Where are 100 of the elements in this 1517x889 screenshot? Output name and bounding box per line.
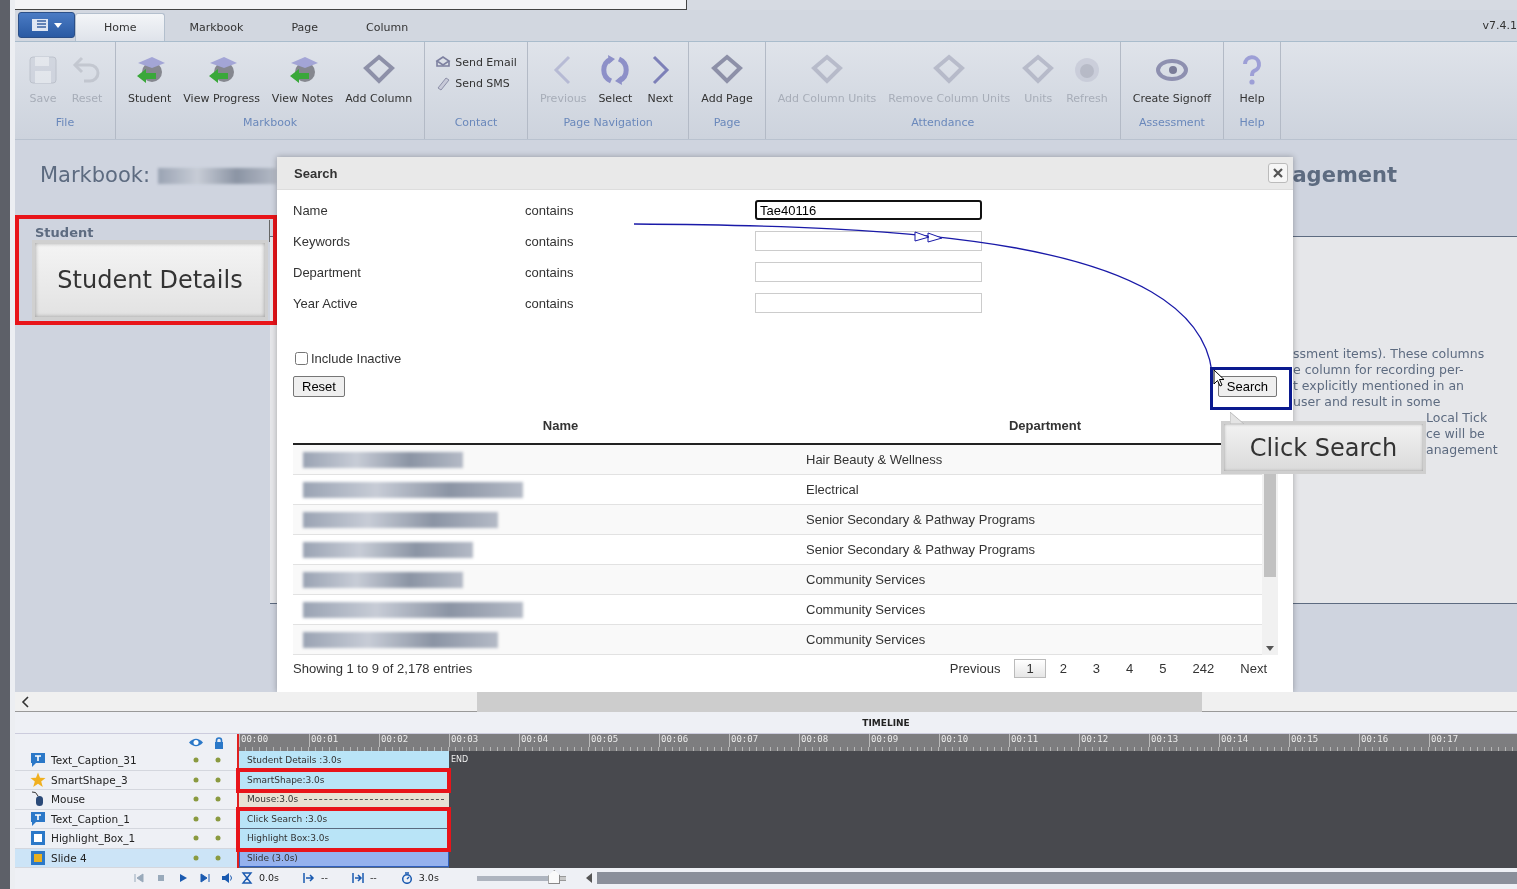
table-cell: Community Services xyxy=(806,572,926,587)
chevron-left-icon[interactable] xyxy=(21,695,29,708)
ribbon-button[interactable]: Select xyxy=(592,54,639,105)
dot-icon[interactable] xyxy=(193,854,199,861)
speech-bubble-icon xyxy=(30,810,46,827)
checkbox[interactable] xyxy=(295,352,308,365)
column-header[interactable]: Name xyxy=(293,418,828,433)
time-ruler[interactable]: 00:00 00:01 00:02 00:03 00:04 00:05 00:06 00:07 00:08 00:09 00:10 00:11 00:12 00:13 00:14 00:15 00:16 00:17 xyxy=(239,734,1517,751)
input-field[interactable] xyxy=(755,293,982,313)
page-link[interactable]: 4 xyxy=(1114,659,1146,678)
table-cell: Community Services xyxy=(806,602,926,617)
dot-icon[interactable] xyxy=(215,854,221,861)
first-icon[interactable] xyxy=(133,871,145,884)
dot-icon[interactable] xyxy=(215,796,221,803)
ruler-label: 00:10 xyxy=(939,734,1009,747)
ribbon-tab[interactable]: Page xyxy=(267,13,343,41)
time-value: -- xyxy=(369,872,377,883)
page-link[interactable]: 3 xyxy=(1080,659,1113,678)
cycle-arrows-icon xyxy=(599,54,632,86)
caret-icon[interactable] xyxy=(1266,646,1274,651)
search-button[interactable]: Search xyxy=(1217,376,1277,397)
frame-icon xyxy=(1022,54,1055,86)
dot-icon[interactable] xyxy=(215,835,221,842)
paragraph-line: ce will be xyxy=(1426,426,1486,442)
ruler-label: 00:02 xyxy=(379,734,449,747)
span-icon[interactable] xyxy=(351,871,364,884)
list-icon xyxy=(31,19,48,31)
scroll-left-icon[interactable] xyxy=(585,872,593,883)
ribbon-button[interactable]: View Progress xyxy=(177,54,266,105)
group-label: Markbook xyxy=(243,116,298,129)
input-field[interactable] xyxy=(755,262,982,282)
ribbon-button[interactable]: Student xyxy=(122,54,178,105)
scrollbar[interactable] xyxy=(0,0,10,889)
dot-icon[interactable] xyxy=(193,757,199,764)
dot-icon[interactable] xyxy=(193,835,199,842)
ribbon-button[interactable]: Next xyxy=(638,54,683,105)
hourglass-icon[interactable] xyxy=(241,871,253,884)
lock-icon[interactable] xyxy=(214,736,224,749)
eye-icon[interactable] xyxy=(188,737,204,748)
ribbon-button[interactable]: View Notes xyxy=(265,54,340,105)
dot-icon[interactable] xyxy=(193,796,199,803)
ribbon-button[interactable]: Send Email xyxy=(431,54,521,70)
dot-icon[interactable] xyxy=(215,776,221,783)
ribbon-button[interactable]: Help xyxy=(1230,54,1275,105)
timeline-bar[interactable]: Student Details :3.0s xyxy=(239,751,449,771)
ribbon-tab[interactable]: Markbook xyxy=(165,13,268,41)
paragraph-line: ssment items). These columns xyxy=(1293,346,1486,362)
pencil-icon xyxy=(435,75,452,91)
page-link[interactable]: 5 xyxy=(1147,659,1179,678)
group-label: Contact xyxy=(454,116,498,129)
layer-row[interactable]: SmartShape_3 xyxy=(15,770,237,790)
operator-label: contains xyxy=(525,264,575,280)
ribbon-button[interactable]: Add Column xyxy=(339,54,419,105)
last-icon[interactable] xyxy=(199,871,211,884)
ruler-label: 00:05 xyxy=(589,734,659,747)
ribbon-button[interactable]: Add Page xyxy=(695,54,759,105)
paragraph-line: t explicitly mentioned in an xyxy=(1293,378,1465,394)
layer-row[interactable]: Highlight_Box_1 xyxy=(15,829,237,849)
input-field[interactable] xyxy=(755,231,982,251)
layer-row[interactable]: Slide 4 xyxy=(15,848,237,868)
ribbon-button[interactable]: Send SMS xyxy=(431,75,514,91)
ribbon-tab[interactable]: Home xyxy=(75,13,166,41)
caret-icon xyxy=(53,22,62,28)
timeline-bar[interactable]: Highlight Box:3.0s xyxy=(239,829,449,849)
close-icon xyxy=(1273,168,1283,178)
play-icon[interactable] xyxy=(177,871,189,884)
page-link[interactable]: Previous xyxy=(937,659,1013,678)
reset-button[interactable]: Reset xyxy=(293,376,345,397)
close-button[interactable] xyxy=(1268,163,1288,183)
page-link[interactable]: 1 xyxy=(1014,659,1046,678)
scrollbar-thumb[interactable] xyxy=(477,691,1202,712)
paragraph-line: Local Tick xyxy=(1426,410,1489,426)
ribbon-tab[interactable]: Column xyxy=(342,13,433,41)
page-link[interactable]: 242 xyxy=(1180,659,1227,678)
input-field[interactable]: Tae40116 xyxy=(755,200,982,220)
dot-icon[interactable] xyxy=(215,757,221,764)
paragraph-line: anagement xyxy=(1426,442,1499,458)
caption-shape: Student Details xyxy=(32,240,268,320)
pointer-icon xyxy=(1230,412,1244,424)
ribbon-button[interactable]: Create Signoff xyxy=(1126,54,1218,105)
speech-bubble-icon xyxy=(30,752,46,769)
page-link[interactable]: 2 xyxy=(1047,659,1079,678)
dot-icon[interactable] xyxy=(193,815,199,822)
dot-icon[interactable] xyxy=(215,815,221,822)
speaker-icon[interactable] xyxy=(221,871,233,884)
app-menu-button[interactable] xyxy=(18,12,75,38)
layer-row[interactable]: Text_Caption_1 xyxy=(15,809,237,829)
page-link[interactable]: Next xyxy=(1228,659,1279,678)
ruler-label: 00:09 xyxy=(869,734,939,747)
dot-icon[interactable] xyxy=(193,776,199,783)
layer-row[interactable]: Text_Caption_31 xyxy=(15,751,237,771)
slider-thumb[interactable] xyxy=(548,870,561,884)
scrollbar[interactable] xyxy=(596,871,1517,884)
dialog-title: Search xyxy=(294,165,338,181)
panel-title: Student xyxy=(35,225,94,240)
stopwatch-icon[interactable] xyxy=(400,871,413,884)
operator-label: contains xyxy=(525,202,575,218)
ruler-label: 00:13 xyxy=(1149,734,1219,747)
layer-row[interactable]: Mouse xyxy=(15,790,237,810)
start-marker-icon[interactable] xyxy=(303,871,316,884)
